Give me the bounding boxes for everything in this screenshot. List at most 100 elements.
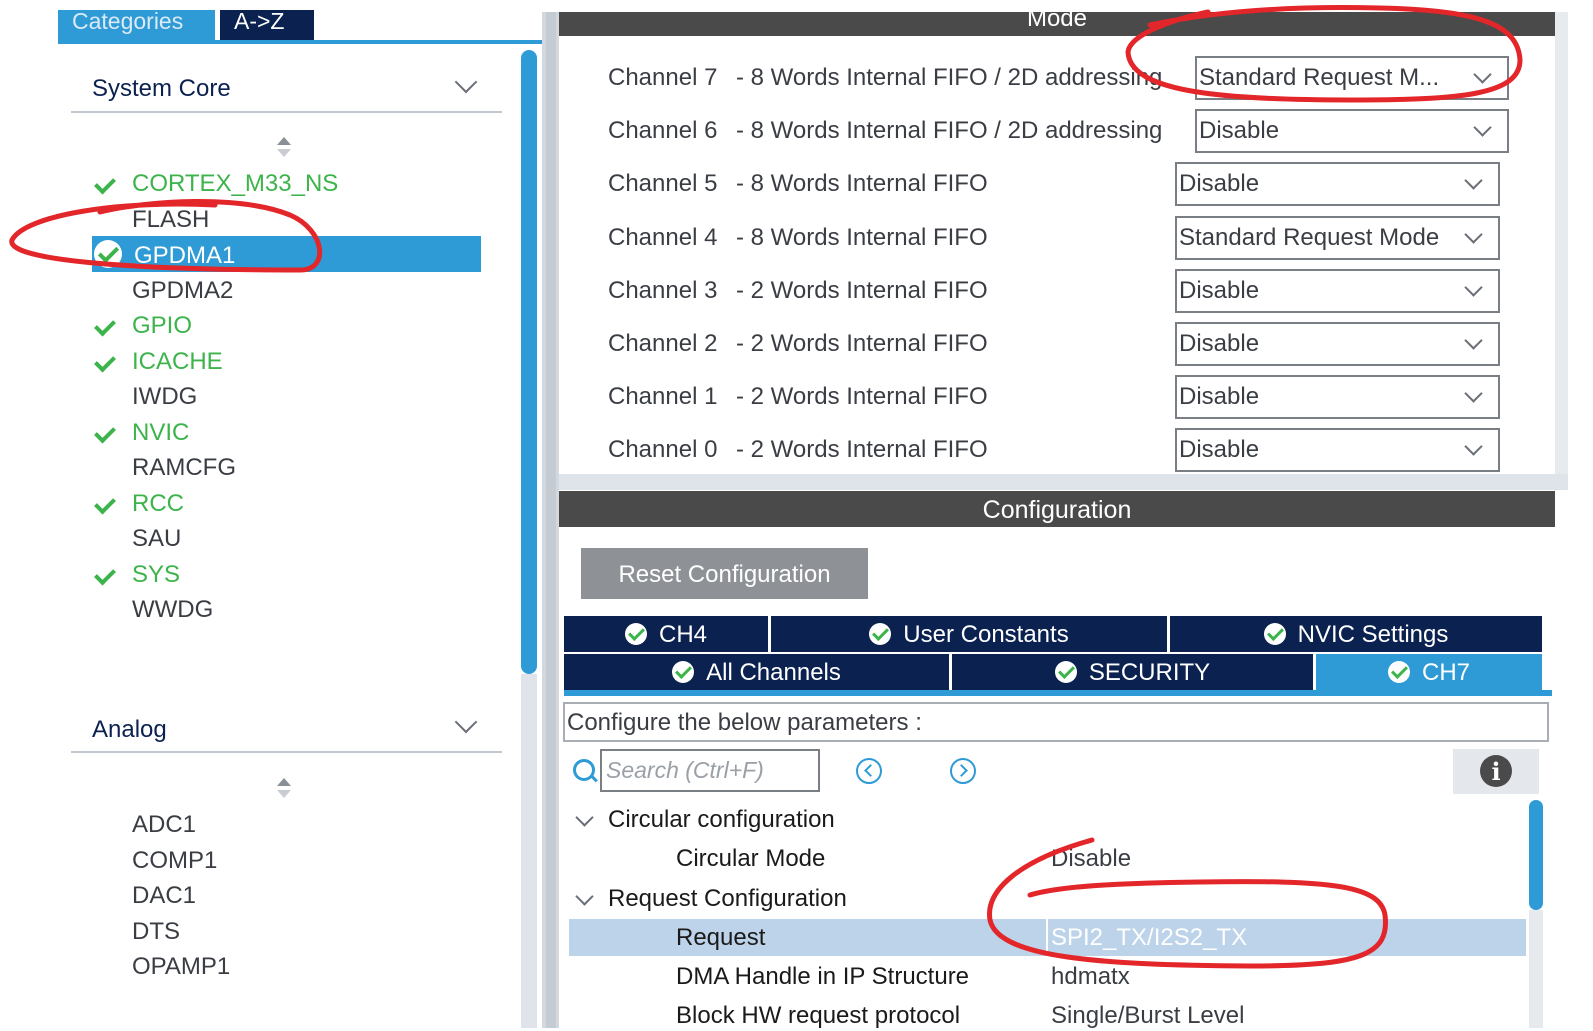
chevron-down-icon[interactable]	[575, 808, 594, 827]
check-icon	[95, 320, 117, 334]
param-value[interactable]: Single/Burst Level	[1051, 1001, 1244, 1031]
sidebar-item-comp1[interactable]: COMP1	[132, 846, 217, 876]
tab-categories[interactable]: Categories	[58, 10, 215, 42]
check-icon	[94, 240, 122, 268]
channel-1-mode-select[interactable]: Disable	[1175, 375, 1500, 419]
sidebar-item-gpdma1[interactable]: GPDMA1	[134, 241, 235, 271]
chevron-down-icon[interactable]	[575, 887, 594, 906]
param-value[interactable]: hdmatx	[1051, 962, 1130, 992]
scrollbar-track[interactable]	[1529, 910, 1543, 1028]
channel-name: Channel 1	[608, 383, 718, 410]
tab-all-channels[interactable]: All Channels	[564, 654, 949, 690]
channel-0-mode-select[interactable]: Disable	[1175, 428, 1500, 472]
tab-ch4[interactable]: CH4	[564, 616, 768, 652]
param-value[interactable]: SPI2_TX/I2S2_TX	[1051, 923, 1247, 953]
tab-ch7[interactable]: CH7	[1316, 654, 1542, 690]
sidebar-item-icache[interactable]: ICACHE	[132, 347, 223, 377]
next-icon[interactable]	[950, 758, 976, 784]
channel-description: - 2 Words Internal FIFO	[736, 383, 988, 410]
param-name[interactable]: Block HW request protocol	[676, 1001, 960, 1031]
channel-name: Channel 3	[608, 277, 718, 304]
sidebar-item-sau[interactable]: SAU	[132, 524, 181, 554]
tabs-underline	[564, 690, 1552, 696]
tree-group-label[interactable]: Request Configuration	[608, 884, 847, 914]
channel-6-mode-select[interactable]: Disable	[1195, 109, 1509, 153]
channel-2-mode-select[interactable]: Disable	[1175, 322, 1500, 366]
channel-3-mode-select[interactable]: Disable	[1175, 269, 1500, 313]
channel-name: Channel 4	[608, 224, 718, 251]
tab-user-constants[interactable]: User Constants	[771, 616, 1167, 652]
tab-label: NVIC Settings	[1297, 621, 1449, 648]
search-icon[interactable]	[573, 759, 595, 781]
select-value: Disable	[1179, 436, 1260, 463]
panel-splitter[interactable]	[559, 474, 1568, 490]
chevron-down-icon	[1464, 225, 1483, 244]
chevron-down-icon	[1473, 118, 1492, 137]
param-name[interactable]: DMA Handle in IP Structure	[676, 962, 969, 992]
sidebar-item-flash[interactable]: FLASH	[132, 205, 209, 235]
channel-name: Channel 2	[608, 330, 718, 357]
check-icon	[869, 623, 892, 645]
param-value[interactable]: Disable	[1051, 844, 1131, 874]
sidebar-item-gpio[interactable]: GPIO	[132, 311, 192, 341]
left-scrollbar-thumb[interactable]	[521, 50, 537, 674]
system-core-title[interactable]: System Core	[92, 75, 231, 103]
reset-configuration-button[interactable]: Reset Configuration	[581, 548, 868, 599]
channel-5-mode-select[interactable]: Disable	[1175, 162, 1500, 206]
chevron-down-icon	[1464, 384, 1483, 403]
tab-label: SECURITY	[1088, 659, 1211, 686]
select-value: Standard Request Mode	[1179, 224, 1440, 251]
sort-icon[interactable]	[277, 137, 291, 159]
sidebar-item-rcc[interactable]: RCC	[132, 489, 184, 519]
check-icon	[1054, 661, 1077, 683]
chevron-down-icon	[1464, 331, 1483, 350]
sidebar-item-dac1[interactable]: DAC1	[132, 881, 196, 911]
sidebar-item-gpdma2[interactable]: GPDMA2	[132, 276, 233, 306]
param-name[interactable]: Circular Mode	[676, 844, 825, 874]
section-divider	[71, 111, 502, 113]
mode-header: Mode	[559, 12, 1555, 36]
channel-4-mode-select[interactable]: Standard Request Mode	[1175, 216, 1500, 260]
chevron-down-icon	[1464, 437, 1483, 456]
sidebar-item-cortex_m33_ns[interactable]: CORTEX_M33_NS	[132, 169, 338, 199]
select-value: Disable	[1179, 383, 1260, 410]
sidebar-item-ramcfg[interactable]: RAMCFG	[132, 453, 236, 483]
mode-scrollbar[interactable]	[1555, 12, 1568, 474]
prev-icon[interactable]	[856, 758, 882, 784]
sidebar-item-iwdg[interactable]: IWDG	[132, 382, 197, 412]
tab-label: CH7	[1421, 659, 1470, 686]
check-icon	[95, 569, 117, 583]
sidebar-item-sys[interactable]: SYS	[132, 560, 180, 590]
scrollbar-track[interactable]	[521, 674, 537, 1028]
sidebar-item-opamp1[interactable]: OPAMP1	[132, 952, 230, 982]
tab-label: User Constants	[903, 621, 1069, 648]
tab-a-z[interactable]: A->Z	[220, 10, 314, 42]
chevron-down-icon[interactable]	[454, 70, 478, 94]
tab-label: All Channels	[706, 659, 841, 686]
sidebar-item-dts[interactable]: DTS	[132, 917, 180, 947]
sidebar-item-nvic[interactable]: NVIC	[132, 418, 189, 448]
channel-name: Channel 0	[608, 436, 718, 463]
param-name[interactable]: Request	[676, 923, 765, 953]
check-icon	[95, 498, 117, 512]
panel-divider-handle[interactable]	[546, 12, 556, 1028]
tab-nvic-settings[interactable]: NVIC Settings	[1170, 616, 1542, 652]
sidebar-item-wwdg[interactable]: WWDG	[132, 595, 213, 625]
sidebar-item-adc1[interactable]: ADC1	[132, 810, 196, 840]
analog-title[interactable]: Analog	[92, 716, 167, 744]
tab-label: CH4	[658, 621, 707, 648]
check-icon	[95, 356, 117, 370]
search-input[interactable]: Search (Ctrl+F)	[600, 749, 820, 792]
sort-icon[interactable]	[277, 778, 291, 800]
chevron-down-icon	[1473, 65, 1492, 84]
chevron-down-icon[interactable]	[454, 710, 478, 734]
params-label: Configure the below parameters :	[563, 702, 1549, 742]
channel-description: - 2 Words Internal FIFO	[736, 436, 988, 463]
tree-group-label[interactable]: Circular configuration	[608, 805, 835, 835]
select-value: Standard Request M...	[1199, 64, 1440, 91]
tab-underline	[58, 40, 542, 44]
channel-7-mode-select[interactable]: Standard Request M...	[1195, 56, 1509, 100]
config-scrollbar-thumb[interactable]	[1529, 800, 1543, 910]
info-icon: i	[1480, 755, 1512, 787]
tab-security[interactable]: SECURITY	[952, 654, 1313, 690]
